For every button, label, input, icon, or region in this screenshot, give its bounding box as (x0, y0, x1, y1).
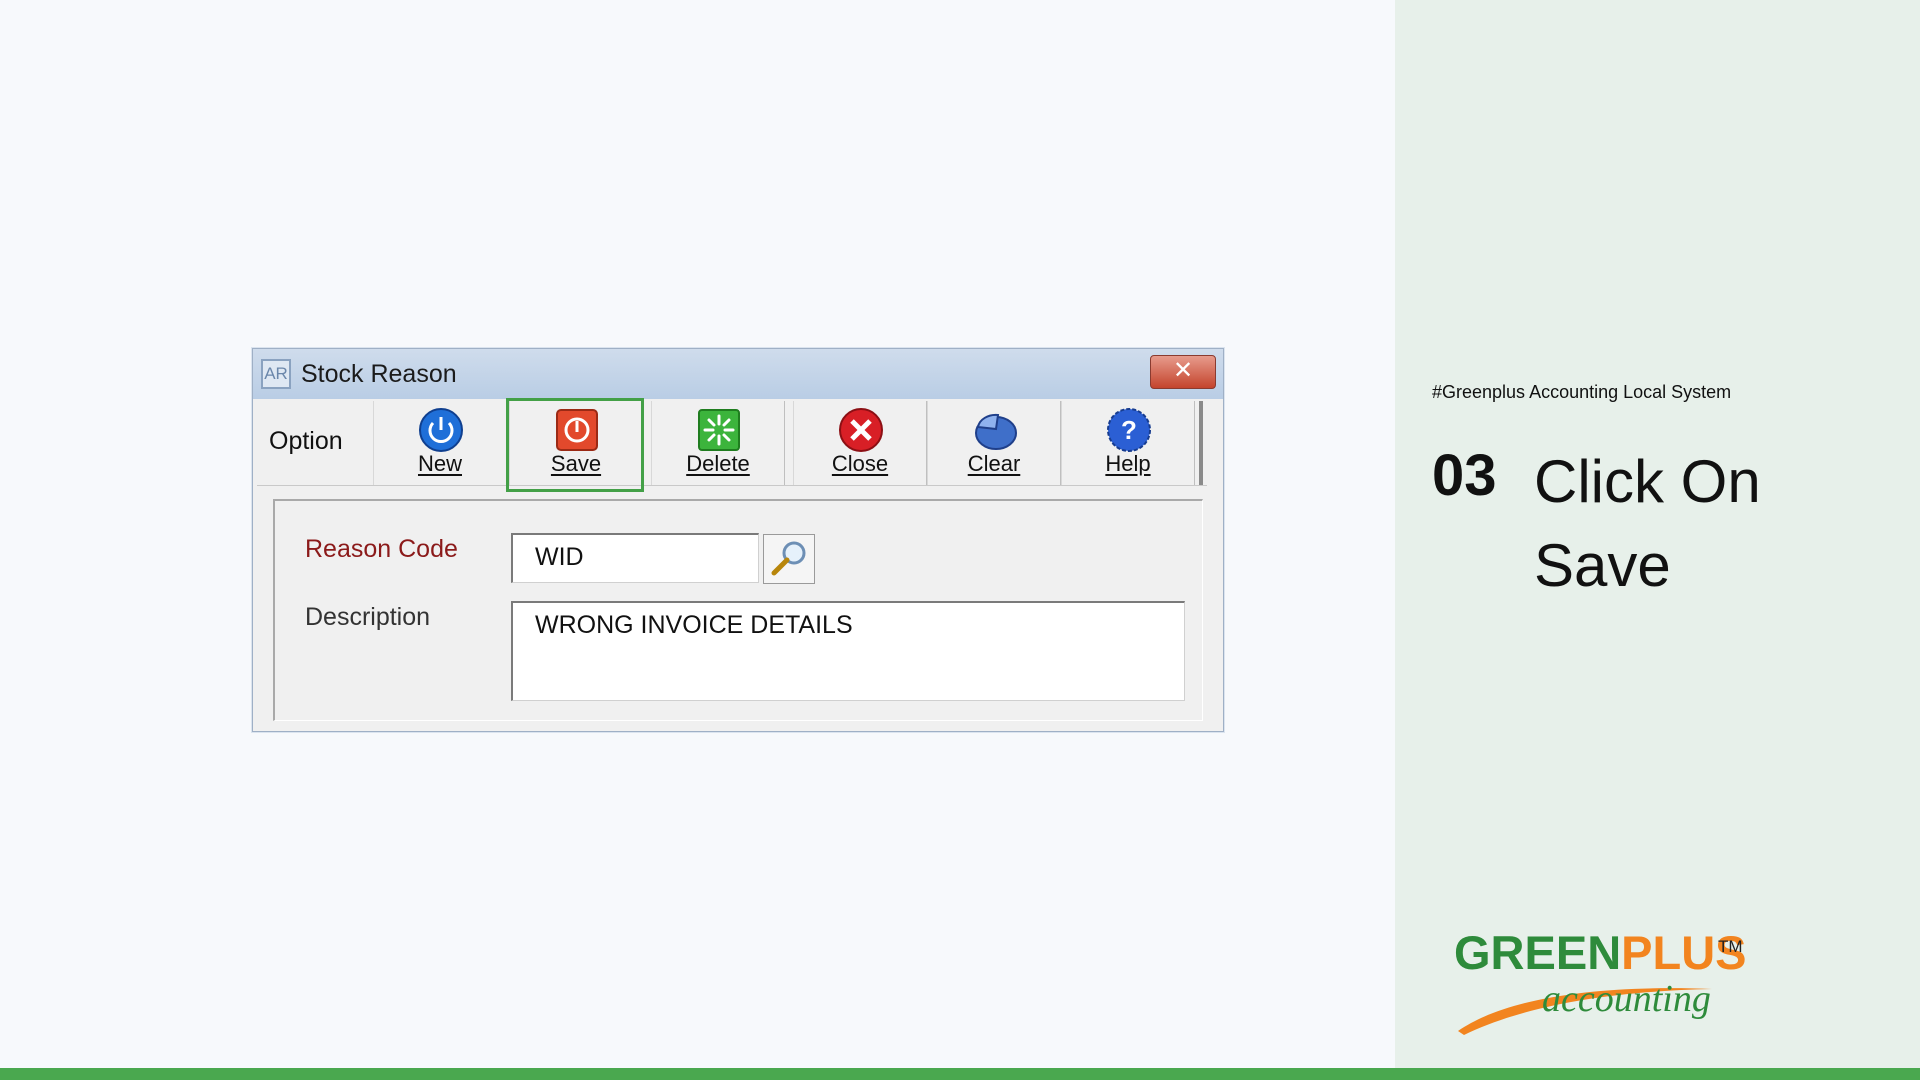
logo-subtitle: accounting (1542, 978, 1711, 1020)
power-icon (419, 408, 463, 452)
tagline: #Greenplus Accounting Local System (1432, 382, 1732, 402)
help-button-label: Help (1105, 451, 1151, 476)
stock-reason-dialog: AR Stock Reason ✕ Option New Save Delete… (252, 348, 1224, 732)
logo-green-part: GREEN (1454, 926, 1622, 979)
bottom-accent-bar (0, 1068, 1920, 1080)
toolbar: Option New Save Delete Close Clear ? Hel… (257, 401, 1207, 486)
delete-button[interactable]: Delete (651, 401, 785, 485)
svg-text:?: ? (1121, 415, 1137, 445)
logo-wordmark: GREENPLUS (1454, 925, 1747, 980)
delete-button-label: Delete (686, 451, 750, 476)
new-button[interactable]: New (373, 401, 507, 485)
clear-button[interactable]: Clear (927, 401, 1061, 485)
save-button-highlight (506, 398, 644, 492)
greenplus-logo: GREENPLUS TM accounting (1450, 925, 1750, 1035)
close-button-label: Close (831, 451, 889, 476)
close-button[interactable]: Close (793, 401, 927, 485)
description-label: Description (305, 603, 431, 631)
step-instruction: Click On Save (1534, 448, 1761, 599)
title-bar[interactable]: AR Stock Reason ✕ (253, 349, 1223, 399)
window-close-button[interactable]: ✕ (1150, 355, 1216, 389)
reason-code-label: Reason Code (305, 535, 458, 563)
reason-code-input[interactable]: WID (511, 533, 759, 583)
help-button[interactable]: ? Help (1061, 401, 1195, 485)
delete-burst-icon (698, 409, 740, 451)
close-circle-icon (839, 408, 883, 452)
step-number: 03 (1432, 443, 1497, 508)
logo-trademark: TM (1718, 937, 1743, 956)
lookup-button[interactable] (763, 534, 815, 584)
option-label: Option (269, 427, 343, 455)
new-button-label: New (417, 451, 462, 476)
app-icon: AR (261, 359, 291, 389)
description-textarea[interactable]: WRONG INVOICE DETAILS (511, 601, 1185, 701)
toolbar-separator (1199, 401, 1203, 485)
clear-pie-icon (975, 413, 1017, 450)
window-title: Stock Reason (301, 360, 457, 388)
clear-button-label: Clear (967, 451, 1021, 476)
help-icon: ? (1107, 408, 1151, 452)
magnifier-icon (771, 541, 806, 576)
